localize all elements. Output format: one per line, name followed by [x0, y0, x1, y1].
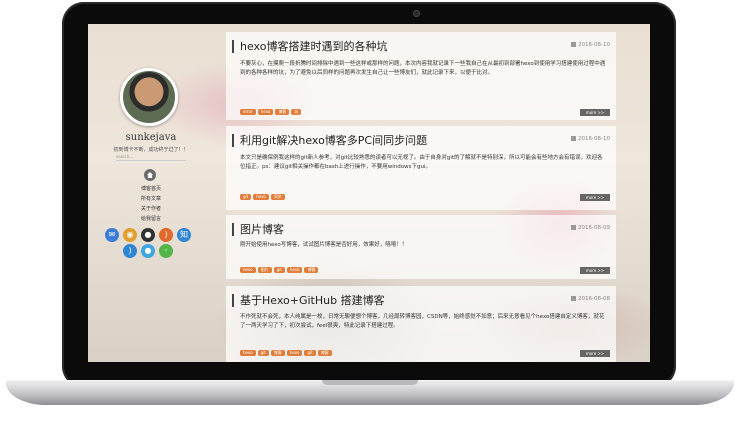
post-title[interactable]: hexo博客搭建时遇到的各种坑	[232, 40, 387, 53]
github-icon[interactable]: ●	[141, 228, 155, 242]
mail-icon[interactable]: ✉	[105, 228, 119, 242]
tag[interactable]: hexo	[240, 350, 256, 356]
author-name[interactable]: sunkejava	[88, 132, 214, 143]
more-button[interactable]: more >>	[580, 109, 610, 116]
laptop-notch	[322, 380, 418, 385]
tag[interactable]: 博客	[270, 350, 285, 356]
tag[interactable]: 坑	[291, 109, 302, 115]
tag[interactable]: git	[257, 350, 269, 356]
calendar-icon	[571, 42, 577, 47]
post-excerpt: 刚开始使用hexo写博客，试试图片博客是否好用，效果好，嘻嘻！！	[240, 242, 408, 248]
screen: sunkejava 初到博卡不断，成功终于过了！！ search... 博客首页…	[88, 24, 650, 362]
post-tags: hexo 图片 git hexo 博客	[240, 267, 320, 273]
tag[interactable]: git	[240, 194, 252, 200]
search-input[interactable]: search...	[116, 154, 186, 161]
tag[interactable]: error	[240, 109, 256, 115]
post-date: 2016-08-10	[571, 136, 610, 142]
tag[interactable]: hexo	[257, 109, 274, 115]
post-card: 利用git解决hexo博客多PC间同步问题 2016-08-10 本文只是确保例…	[226, 126, 616, 210]
weibo-icon[interactable]: ◉	[123, 228, 137, 242]
calendar-icon	[571, 225, 577, 230]
tag[interactable]: hexo	[253, 194, 269, 200]
post-list: hexo博客搭建时遇到的各种坑 2016-08-10 不要灰心，在摸爬一段折腾时…	[226, 24, 616, 362]
tag[interactable]: 图片	[257, 267, 272, 273]
post-excerpt: 本文只是确保例我这样的git新人参考，对git比较熟悉的读者可以无视了。由于自身…	[240, 155, 603, 170]
rss-icon[interactable]: )	[159, 228, 173, 242]
tag[interactable]: 同步	[270, 194, 285, 200]
post-date: 2016-08-09	[571, 225, 610, 231]
nav-item-archives[interactable]: 所有文章	[88, 195, 214, 202]
post-card: hexo博客搭建时遇到的各种坑 2016-08-10 不要灰心，在摸爬一段折腾时…	[226, 32, 616, 120]
nav-item-guestbook[interactable]: 给我留言	[88, 215, 214, 222]
tag[interactable]: 博客	[317, 350, 332, 356]
avatar[interactable]	[120, 68, 178, 126]
nav-item-home[interactable]: 博客首页	[88, 185, 214, 192]
author-motto: 初到博卡不断，成功终于过了！！	[113, 147, 189, 153]
calendar-icon	[571, 296, 577, 301]
post-tags: hexo git 博客 hexo git 博客	[240, 350, 334, 356]
sidebar: sunkejava 初到博卡不断，成功终于过了！！ search... 博客首页…	[88, 24, 214, 362]
post-date: 2016-08-10	[571, 42, 610, 48]
camera-icon	[413, 10, 420, 17]
tag[interactable]: git	[273, 267, 285, 273]
post-title[interactable]: 基于Hexo+GitHub 搭建博客	[232, 294, 385, 307]
qq-icon[interactable]: ●	[141, 244, 155, 258]
zhihu-icon[interactable]: 知	[177, 228, 191, 242]
post-tags: error hexo 博客坑	[240, 109, 303, 115]
tag[interactable]: 博客	[275, 109, 290, 115]
post-excerpt: 不作死就不会死，本人纯属是一枚，日常无聊便想个博客，几经周转博客园，CSDN等，…	[240, 314, 605, 329]
tag[interactable]: hexo	[286, 267, 303, 273]
more-button[interactable]: more >>	[580, 194, 610, 201]
tag[interactable]: hexo	[240, 267, 256, 273]
post-card: 基于Hexo+GitHub 搭建博客 2016-08-08 不作死就不会死，本人…	[226, 286, 616, 362]
post-date: 2016-08-08	[571, 296, 610, 302]
laptop-frame: sunkejava 初到博卡不断，成功终于过了！！ search... 博客首页…	[0, 0, 740, 435]
nav-item-about[interactable]: 关于作者	[88, 205, 214, 212]
home-icon[interactable]	[144, 169, 156, 181]
post-card: 图片博客 2016-08-09 刚开始使用hexo写博客，试试图片博客是否好用，…	[226, 215, 616, 279]
calendar-icon	[571, 136, 577, 141]
post-title[interactable]: 利用git解决hexo博客多PC间同步问题	[232, 134, 427, 147]
more-button[interactable]: more >>	[580, 350, 610, 357]
wechat-icon[interactable]: ◦	[159, 244, 173, 258]
tag[interactable]: 博客	[304, 267, 319, 273]
post-excerpt: 不要灰心，在摸爬一段折腾时间排除中遇到一些这样或那样的问题，本次内容我就记录下一…	[240, 61, 606, 76]
tag[interactable]: hexo	[286, 350, 303, 356]
laptop-base	[6, 383, 734, 405]
more-button[interactable]: more >>	[580, 267, 610, 274]
rss-icon[interactable]: )	[123, 244, 137, 258]
tag[interactable]: git	[304, 350, 316, 356]
post-title[interactable]: 图片博客	[232, 223, 284, 236]
post-tags: git hexo 同步	[240, 194, 287, 200]
